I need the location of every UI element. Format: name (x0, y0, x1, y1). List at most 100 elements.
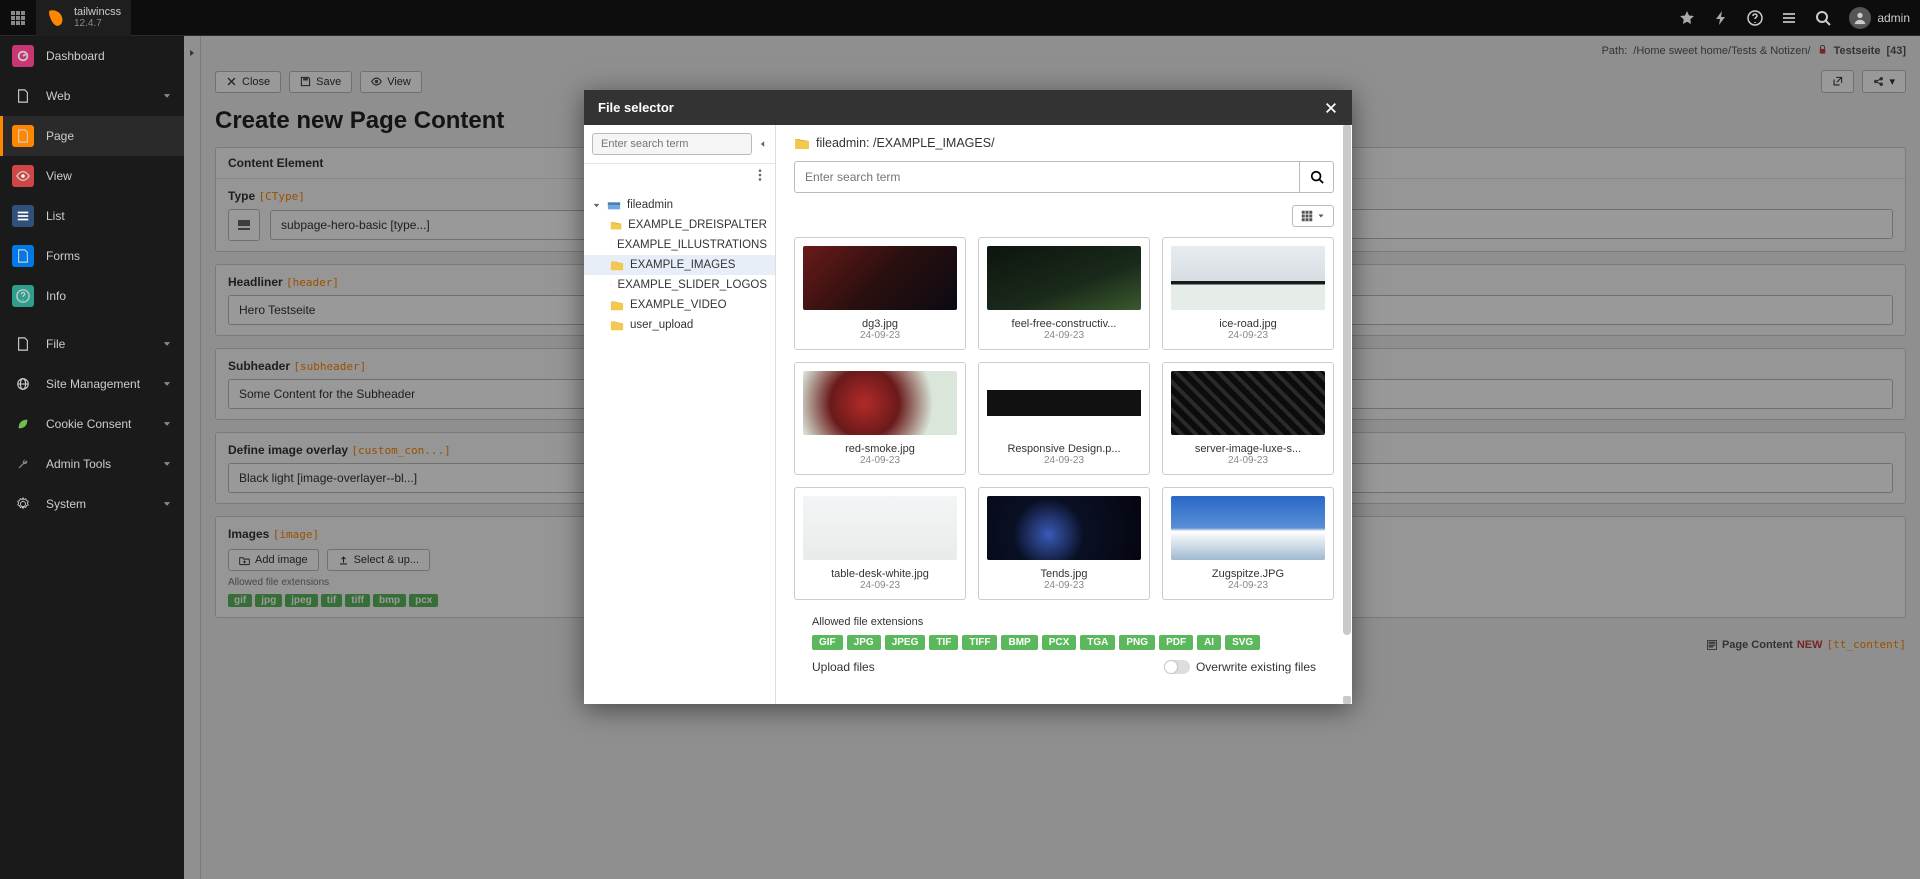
overwrite-toggle[interactable] (1164, 660, 1190, 674)
nav-forms[interactable]: Forms (0, 236, 184, 276)
thumb-image (1171, 371, 1325, 435)
tree-folder[interactable]: user_upload (584, 315, 775, 335)
file-thumb[interactable]: ice-road.jpg24-09-23 (1162, 237, 1334, 350)
scrollbar[interactable] (1343, 125, 1351, 704)
file-thumb[interactable]: Responsive Design.p...24-09-23 (978, 362, 1150, 475)
chevron-down-icon (162, 419, 172, 429)
file-thumb[interactable]: table-desk-white.jpg24-09-23 (794, 487, 966, 600)
tree-label: user_upload (630, 319, 693, 331)
nav-label: System (46, 497, 86, 511)
nav-label: File (46, 337, 65, 351)
thumb-date: 24-09-23 (803, 455, 957, 466)
ext-badge: TIFF (962, 635, 997, 650)
thumb-date: 24-09-23 (987, 455, 1141, 466)
thumb-name: Tends.jpg (987, 568, 1141, 580)
thumb-date: 24-09-23 (1171, 330, 1325, 341)
file-search-button[interactable] (1300, 161, 1334, 193)
apps-grid-icon[interactable] (10, 10, 26, 26)
tree-label: fileadmin (627, 199, 673, 211)
bookmark-icon[interactable] (1679, 10, 1695, 26)
nav-cookie[interactable]: Cookie Consent (0, 404, 184, 444)
site-icon (12, 373, 34, 395)
upload-label: Upload files (812, 660, 875, 674)
file-thumb[interactable]: server-image-luxe-s...24-09-23 (1162, 362, 1334, 475)
file-thumb[interactable]: Tends.jpg24-09-23 (978, 487, 1150, 600)
list-icon[interactable] (1781, 10, 1797, 26)
chevron-down-icon (1317, 212, 1325, 220)
tree-search-input[interactable] (592, 133, 752, 155)
tree-label: EXAMPLE_VIDEO (630, 299, 727, 311)
info-icon (12, 285, 34, 307)
nav-view[interactable]: View (0, 156, 184, 196)
thumb-image (987, 246, 1141, 310)
tree-menu-icon[interactable] (753, 168, 767, 182)
help-icon[interactable] (1747, 10, 1763, 26)
nav-label: View (46, 169, 72, 183)
cache-flush-icon[interactable] (1713, 10, 1729, 26)
tree-folder[interactable]: EXAMPLE_ILLUSTRATIONS (584, 235, 775, 255)
nav-label: Cookie Consent (46, 417, 131, 431)
nav-site[interactable]: Site Management (0, 364, 184, 404)
ext-badge: BMP (1001, 635, 1037, 650)
tree-folder[interactable]: EXAMPLE_SLIDER_LOGOS (584, 275, 775, 295)
tree-folder[interactable]: EXAMPLE_VIDEO (584, 295, 775, 315)
thumb-image (803, 246, 957, 310)
brand-name: tailwincss (74, 6, 121, 18)
nav-list[interactable]: List (0, 196, 184, 236)
ext-badge: SVG (1225, 635, 1260, 650)
ext-badge: JPG (847, 635, 881, 650)
user-menu[interactable]: admin (1849, 7, 1910, 29)
ext-badge: TIF (929, 635, 958, 650)
thumb-image (987, 371, 1141, 435)
tree-root[interactable]: fileadmin (584, 195, 775, 215)
thumb-name: ice-road.jpg (1171, 318, 1325, 330)
file-group-icon (12, 333, 34, 355)
folder-icon (610, 318, 624, 332)
thumb-name: dg3.jpg (803, 318, 957, 330)
tree-collapse-icon[interactable] (758, 137, 767, 151)
tree-folder[interactable]: EXAMPLE_IMAGES (584, 255, 775, 275)
tree-label: EXAMPLE_IMAGES (630, 259, 735, 271)
forms-icon (12, 245, 34, 267)
nav-system[interactable]: System (0, 484, 184, 524)
thumb-image (803, 371, 957, 435)
modal-title: File selector (598, 100, 674, 115)
nav-label: Web (46, 89, 70, 103)
file-thumb[interactable]: dg3.jpg24-09-23 (794, 237, 966, 350)
modal-close-button[interactable] (1324, 101, 1338, 115)
folder-icon (610, 298, 624, 312)
tree-folder[interactable]: EXAMPLE_DREISPALTER (584, 215, 775, 235)
folder-icon (610, 218, 622, 232)
thumb-date: 24-09-23 (803, 330, 957, 341)
folder-crumb: fileadmin: /EXAMPLE_IMAGES/ (794, 135, 1334, 151)
thumb-name: server-image-luxe-s... (1171, 443, 1325, 455)
file-thumb[interactable]: Zugspitze.JPG24-09-23 (1162, 487, 1334, 600)
caret-down-icon (592, 201, 601, 210)
user-name: admin (1877, 11, 1910, 25)
nav-page[interactable]: Page (0, 116, 184, 156)
nav-label: Page (46, 129, 74, 143)
tree-label: EXAMPLE_ILLUSTRATIONS (617, 239, 767, 251)
nav-dashboard[interactable]: Dashboard (0, 36, 184, 76)
view-mode-button[interactable] (1292, 205, 1334, 227)
file-thumb[interactable]: feel-free-constructiv...24-09-23 (978, 237, 1150, 350)
ext-badge: JPEG (885, 635, 926, 650)
thumb-date: 24-09-23 (987, 580, 1141, 591)
nav-admin[interactable]: Admin Tools (0, 444, 184, 484)
search-icon[interactable] (1815, 10, 1831, 26)
thumb-image (987, 496, 1141, 560)
file-search-input[interactable] (794, 161, 1300, 193)
nav-label: Site Management (46, 377, 140, 391)
ext-badge: PCX (1042, 635, 1077, 650)
thumb-name: Responsive Design.p... (987, 443, 1141, 455)
file-thumb[interactable]: red-smoke.jpg24-09-23 (794, 362, 966, 475)
crumb-text: fileadmin: /EXAMPLE_IMAGES/ (816, 136, 995, 150)
cookie-icon (12, 413, 34, 435)
nav-web[interactable]: Web (0, 76, 184, 116)
nav-file[interactable]: File (0, 324, 184, 364)
nav-info[interactable]: Info (0, 276, 184, 316)
page-icon (12, 125, 34, 147)
ext-badge: AI (1197, 635, 1221, 650)
folder-icon (610, 258, 624, 272)
nav-label: List (46, 209, 65, 223)
